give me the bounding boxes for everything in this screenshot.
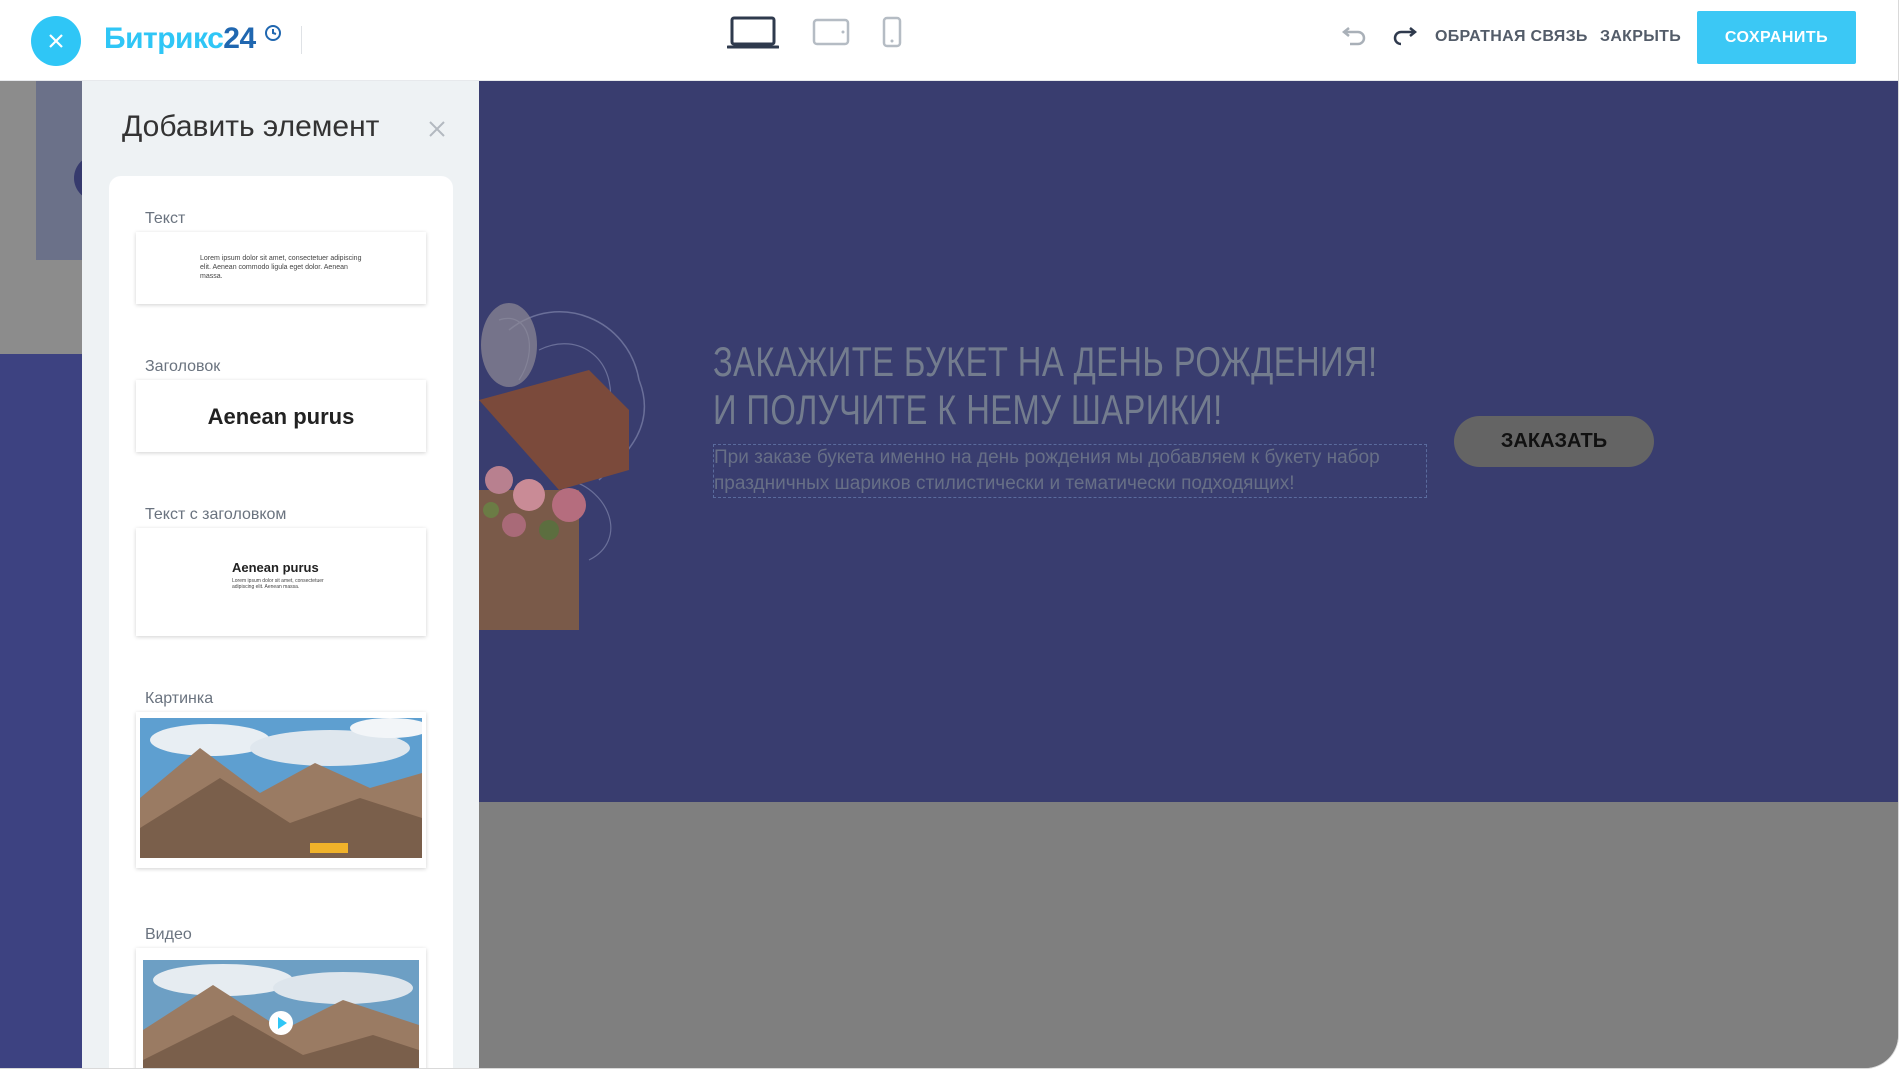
element-label-image: Картинка	[145, 690, 214, 707]
play-icon[interactable]	[268, 1010, 294, 1036]
element-text-preview: Lorem ipsum dolor sit amet, consectetuer…	[200, 255, 362, 280]
desktop-view-icon[interactable]	[727, 16, 779, 52]
flower-illustration	[479, 303, 646, 630]
logo-number: 24	[223, 22, 256, 55]
hero-title-line-2: И получите к нему шарики!	[713, 386, 1223, 433]
editor-window: Закажите букет на день рождения! И получ…	[0, 0, 1899, 1069]
element-label-video: Видео	[145, 926, 192, 943]
bitrix24-logo: Битрикс24	[104, 22, 282, 56]
promo-block[interactable]: Закажите букет на день рождения! И получ…	[479, 80, 1898, 802]
add-element-panel: Добавить элемент Текст Lorem ipsum dolor…	[82, 80, 479, 1068]
tablet-view-icon[interactable]	[812, 18, 850, 46]
hero-title-line-1: Закажите букет на день рождения!	[713, 338, 1378, 385]
empty-block	[479, 802, 1898, 1068]
clock-icon	[264, 25, 281, 41]
undo-icon[interactable]	[1340, 24, 1366, 50]
element-text-with-heading[interactable]: Aenean purus Lorem ipsum dolor sit amet,…	[136, 528, 426, 636]
panel-close-icon[interactable]	[428, 120, 446, 138]
element-image[interactable]	[136, 712, 426, 868]
element-text[interactable]: Lorem ipsum dolor sit amet, consectetuer…	[136, 232, 426, 304]
element-text-heading-body: Lorem ipsum dolor sit amet, consectetuer…	[232, 578, 324, 590]
order-button[interactable]: ЗАКАЗАТЬ	[1454, 416, 1654, 467]
element-label-heading: Заголовок	[145, 358, 221, 375]
element-text-heading-title: Aenean purus	[232, 560, 319, 575]
hero-description[interactable]: При заказе букета именно на день рождени…	[713, 444, 1427, 498]
close-link[interactable]: ЗАКРЫТЬ	[1600, 28, 1681, 46]
element-heading-preview: Aenean purus	[207, 404, 355, 429]
mobile-view-icon[interactable]	[882, 16, 902, 48]
element-video[interactable]	[136, 948, 426, 1068]
element-list: Текст Lorem ipsum dolor sit amet, consec…	[109, 176, 453, 1068]
element-label-text-heading: Текст с заголовком	[145, 506, 287, 523]
hero-title[interactable]: Закажите букет на день рождения! И получ…	[713, 338, 1377, 434]
save-button[interactable]: СОХРАНИТЬ	[1697, 11, 1856, 64]
element-heading[interactable]: Aenean purus	[136, 380, 426, 452]
mountain-picture	[140, 718, 422, 858]
close-panel-button[interactable]	[31, 16, 81, 66]
logo-text: Битрикс	[104, 22, 224, 55]
logo-divider	[301, 26, 302, 54]
redo-icon[interactable]	[1393, 24, 1419, 50]
close-icon	[49, 34, 63, 48]
panel-title: Добавить элемент	[122, 110, 380, 143]
element-label-text: Текст	[145, 210, 186, 227]
editor-toolbar: Битрикс24 ОБРАТНАЯ СВЯЗЬ ЗАКРЫТЬ СОХРАНИ…	[0, 0, 1898, 81]
feedback-link[interactable]: ОБРАТНАЯ СВЯЗЬ	[1435, 28, 1588, 46]
